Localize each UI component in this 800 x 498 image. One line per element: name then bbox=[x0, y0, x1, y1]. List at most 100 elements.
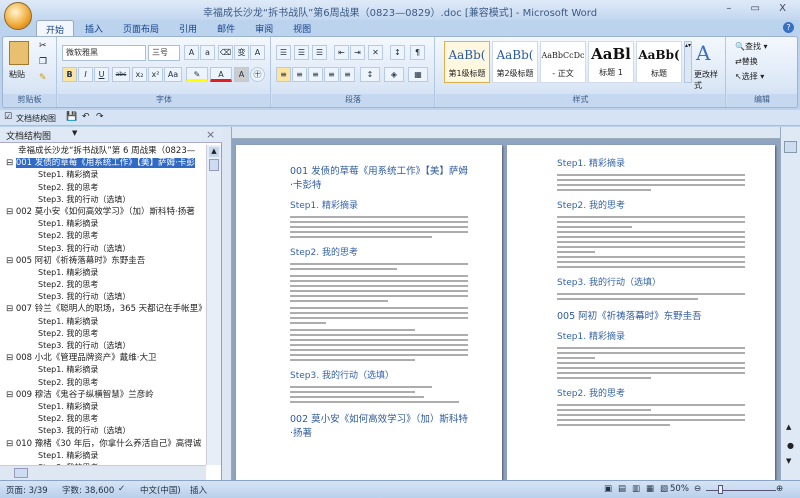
document-map-item[interactable]: ⊟ 001 发债的草莓《用系统工作》【美】萨姆·卡彭 bbox=[0, 157, 206, 169]
style-heading-2[interactable]: AaBb(第2级标题 bbox=[492, 41, 538, 83]
insert-mode[interactable]: 插入 bbox=[190, 484, 207, 496]
document-map-item[interactable]: ⊟ 005 阿初《祈祷落幕时》东野圭吾 bbox=[0, 255, 206, 267]
save-icon[interactable]: 💾 bbox=[66, 112, 77, 122]
document-map-item[interactable]: Step2. 我的思考 bbox=[0, 230, 206, 242]
browse-object-icon[interactable]: ● bbox=[787, 441, 794, 450]
office-button[interactable] bbox=[4, 2, 32, 30]
collapse-icon[interactable]: ⊟ bbox=[6, 353, 16, 363]
phonetic-icon[interactable]: 变 bbox=[234, 45, 249, 60]
window-controls[interactable]: – ▭ X bbox=[726, 3, 794, 14]
select-button[interactable]: ↖选择 ▾ bbox=[735, 71, 764, 82]
zoom-in-icon[interactable]: ⊕ bbox=[776, 484, 783, 494]
shading-icon[interactable]: ◈ bbox=[384, 67, 404, 82]
full-screen-reading-icon[interactable]: ▤ bbox=[618, 484, 626, 494]
align-center-icon[interactable]: ≡ bbox=[292, 67, 307, 82]
outline-icon[interactable]: ▦ bbox=[646, 484, 654, 494]
highlight-icon[interactable]: ✎ bbox=[186, 67, 208, 82]
align-right-icon[interactable]: ≡ bbox=[308, 67, 323, 82]
document-map-item[interactable]: Step2. 我的思考 bbox=[0, 182, 206, 194]
font-size-select[interactable]: 三号 bbox=[148, 45, 180, 61]
document-map-item[interactable]: 幸福成长沙龙“拆书战队”第 6 周战果（0823— bbox=[0, 145, 206, 157]
font-color-button[interactable]: A bbox=[210, 67, 232, 82]
document-map-item[interactable]: Step1. 精彩摘录 bbox=[0, 364, 206, 376]
document-map-item[interactable]: Step3. 我的行动（选填） bbox=[0, 425, 206, 437]
document-map-item[interactable]: ⊟ 007 铃兰《聪明人的职场，365 天都记在手帐里》 bbox=[0, 303, 206, 315]
document-map-item[interactable]: Step3. 我的行动（选填） bbox=[0, 340, 206, 352]
distributed-icon[interactable]: ≡ bbox=[340, 67, 355, 82]
collapse-icon[interactable]: ⊟ bbox=[6, 256, 16, 266]
multilevel-list-icon[interactable]: ☰ bbox=[312, 45, 327, 60]
tab-view[interactable]: 视图 bbox=[284, 20, 320, 36]
decrease-indent-icon[interactable]: ⇤ bbox=[334, 45, 349, 60]
bullets-icon[interactable]: ☰ bbox=[276, 45, 291, 60]
document-map-item[interactable]: Step1. 精彩摘录 bbox=[0, 169, 206, 181]
document-map-item[interactable]: Step3. 我的行动（选填） bbox=[0, 194, 206, 206]
previous-page-icon[interactable]: ▲ bbox=[786, 423, 791, 431]
document-map-title[interactable]: 文档结构图 bbox=[6, 129, 51, 142]
char-shading-button[interactable]: A bbox=[234, 67, 249, 82]
font-name-select[interactable]: 微软雅黑 bbox=[62, 45, 146, 61]
document-map-item[interactable]: Step1. 精彩摘录 bbox=[0, 450, 206, 462]
cut-icon[interactable]: ✂ bbox=[39, 41, 47, 51]
clear-format-icon[interactable]: ⌫ bbox=[218, 45, 233, 60]
scroll-thumb[interactable] bbox=[209, 159, 219, 171]
style-title[interactable]: AaBb(标题 bbox=[636, 41, 682, 83]
tab-review[interactable]: 审阅 bbox=[246, 20, 282, 36]
document-map-item[interactable]: Step1. 精彩摘录 bbox=[0, 316, 206, 328]
change-styles-button[interactable]: 更改样式 bbox=[694, 69, 725, 91]
help-icon[interactable]: ? bbox=[783, 22, 794, 33]
collapse-icon[interactable]: ⊟ bbox=[6, 207, 16, 217]
zoom-slider-thumb[interactable] bbox=[718, 485, 723, 494]
scroll-thumb[interactable] bbox=[14, 468, 28, 478]
document-area[interactable]: 001 发债的草莓《用系统工作》【美】萨姆·卡彭特 Step1. 精彩摘录 St… bbox=[232, 139, 780, 480]
styles-scroll[interactable]: ▴▾ bbox=[684, 41, 692, 83]
collapse-icon[interactable]: ⊟ bbox=[6, 304, 16, 314]
document-map-item[interactable]: Step2. 我的思考 bbox=[0, 413, 206, 425]
document-map-item[interactable]: ⊟ 009 穆洁《鬼谷子纵横智慧》兰彦岭 bbox=[0, 389, 206, 401]
document-map-item[interactable]: Step2. 我的思考 bbox=[0, 328, 206, 340]
paste-button[interactable]: 粘贴 bbox=[9, 69, 25, 80]
zoom-level[interactable]: 50% bbox=[670, 484, 689, 494]
chevron-down-icon[interactable]: ▼ bbox=[72, 129, 77, 137]
show-marks-icon[interactable]: ¶ bbox=[410, 45, 425, 60]
strikethrough-button[interactable]: abc bbox=[112, 67, 130, 82]
document-map-item[interactable]: Step3. 我的行动（选填） bbox=[0, 291, 206, 303]
document-map-item[interactable]: Step3. 我的行动（选填） bbox=[0, 243, 206, 255]
change-case-button[interactable]: Aa bbox=[164, 67, 182, 82]
tab-mailings[interactable]: 邮件 bbox=[208, 20, 244, 36]
document-map-item[interactable]: Step1. 精彩摘录 bbox=[0, 267, 206, 279]
paste-icon[interactable] bbox=[9, 41, 29, 65]
word-count[interactable]: 字数: 38,600 bbox=[62, 484, 114, 496]
increase-indent-icon[interactable]: ⇥ bbox=[350, 45, 365, 60]
page-right[interactable]: Step1. 精彩摘录 Step2. 我的思考 Step3. 我的行动（选填） … bbox=[507, 145, 775, 480]
scroll-thumb[interactable] bbox=[784, 141, 797, 153]
numbering-icon[interactable]: ☰ bbox=[294, 45, 309, 60]
page-count[interactable]: 页面: 3/39 bbox=[6, 484, 48, 496]
collapse-icon[interactable]: ⊟ bbox=[6, 390, 16, 400]
page-left[interactable]: 001 发债的草莓《用系统工作》【美】萨姆·卡彭特 Step1. 精彩摘录 St… bbox=[236, 145, 502, 480]
document-map-item[interactable]: Step1. 精彩摘录 bbox=[0, 218, 206, 230]
tab-insert[interactable]: 插入 bbox=[76, 20, 112, 36]
print-layout-icon[interactable]: ▣ bbox=[604, 484, 612, 494]
document-map-item[interactable]: ⊟ 002 莫小安《如何高效学习》（加）斯科特·扬著 bbox=[0, 206, 206, 218]
docmap-toggle[interactable]: 文档结构图 bbox=[16, 113, 56, 124]
find-button[interactable]: 🔍查找 ▾ bbox=[735, 41, 768, 52]
document-map-item[interactable]: Step2. 我的思考 bbox=[0, 279, 206, 291]
change-styles-icon[interactable]: A bbox=[696, 41, 710, 65]
style-title-1[interactable]: AaBl 标题 1 bbox=[588, 41, 634, 83]
redo-icon[interactable]: ↷ bbox=[96, 112, 104, 122]
checkbox-icon[interactable]: ☑ bbox=[4, 112, 12, 122]
tab-references[interactable]: 引用 bbox=[170, 20, 206, 36]
undo-icon[interactable]: ↶ bbox=[82, 112, 90, 122]
format-painter-icon[interactable]: ✎ bbox=[39, 73, 47, 83]
tab-home[interactable]: 开始 bbox=[36, 20, 75, 36]
superscript-button[interactable]: x² bbox=[148, 67, 163, 82]
chinese-layout-icon[interactable]: ✕ bbox=[368, 45, 383, 60]
justify-icon[interactable]: ≡ bbox=[324, 67, 339, 82]
document-vertical-scrollbar[interactable]: ▲ ● ▼ bbox=[780, 127, 800, 480]
zoom-slider[interactable] bbox=[706, 490, 776, 491]
zoom-out-icon[interactable]: ⊖ bbox=[694, 484, 701, 494]
line-spacing-icon[interactable]: ↕ bbox=[360, 67, 380, 82]
scroll-up-arrow[interactable]: ▲ bbox=[209, 147, 219, 157]
close-icon[interactable]: × bbox=[206, 128, 215, 141]
